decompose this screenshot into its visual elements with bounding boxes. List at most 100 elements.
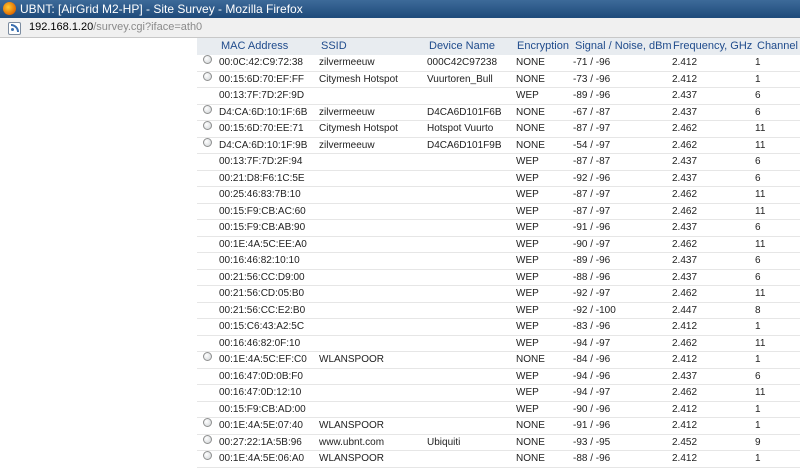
signal-noise-cell: -94 / -97 [573, 337, 611, 349]
encryption-cell: WEP [516, 288, 539, 299]
channel-cell: 9 [755, 436, 761, 448]
select-ap-radio[interactable] [203, 104, 212, 114]
signal-noise-cell: -84 / -96 [573, 354, 611, 365]
header-channel[interactable]: Channel [757, 38, 798, 55]
frequency-cell: 2.437 [672, 370, 698, 382]
frequency-cell: 2.462 [672, 288, 698, 299]
firefox-icon [3, 2, 16, 15]
signal-noise-cell: -89 / -96 [573, 255, 611, 266]
ssid-cell: zilvermeeuw [319, 106, 375, 118]
table-row: 00:21:56:CD:05:B0 WEP -92 / -97 2.462 11 [197, 286, 800, 303]
header-ssid[interactable]: SSID [321, 38, 347, 55]
signal-noise-cell: -88 / -96 [573, 453, 611, 464]
mac-cell: 00:21:56:CC:E2:B0 [219, 304, 306, 316]
channel-cell: 1 [755, 420, 761, 431]
mac-cell: 00:15:C6:43:A2:5C [219, 321, 305, 332]
frequency-cell: 2.462 [672, 238, 698, 250]
table-row: 00:1E:4A:5E:07:40 WLANSPOOR NONE -91 / -96 2… [197, 418, 800, 435]
url-path: /survey.cgi?iface=ath0 [93, 21, 203, 33]
signal-noise-cell: -71 / -96 [573, 57, 611, 68]
frequency-cell: 2.412 [672, 420, 698, 431]
mac-cell: 00:1E:4A:5E:07:40 [219, 420, 303, 431]
table-row: 00:15:6D:70:EF:FF Citymesh Hotspot Vuurtor… [197, 71, 800, 88]
url-host: 192.168.1.20 [29, 21, 94, 33]
select-ap-radio[interactable] [203, 418, 212, 427]
select-ap-radio[interactable] [203, 71, 212, 81]
frequency-cell: 2.412 [672, 321, 698, 332]
encryption-cell: WEP [516, 321, 539, 332]
header-frequency[interactable]: Frequency, GHz [673, 38, 752, 55]
channel-cell: 6 [755, 172, 761, 184]
signal-noise-cell: -87 / -87 [573, 156, 611, 167]
channel-cell: 6 [755, 156, 761, 167]
ssid-cell: zilvermeeuw [319, 57, 375, 68]
frequency-cell: 2.462 [672, 387, 698, 398]
encryption-cell: WEP [516, 403, 539, 415]
device-name-cell: 000C42C97238 [427, 57, 498, 68]
frequency-cell: 2.447 [672, 304, 698, 316]
select-ap-radio[interactable] [203, 55, 212, 64]
frequency-cell: 2.462 [672, 337, 698, 349]
device-name-cell: Vuurtoren_Bull [427, 73, 493, 85]
select-ap-radio[interactable] [203, 137, 212, 147]
channel-cell: 11 [755, 238, 766, 250]
frequency-cell: 2.412 [672, 453, 698, 464]
select-ap-radio[interactable] [203, 121, 212, 130]
mac-cell: 00:21:56:CC:D9:00 [219, 271, 305, 283]
device-name-cell: Ubiquiti [427, 436, 461, 448]
channel-cell: 1 [755, 354, 761, 365]
channel-cell: 11 [755, 337, 766, 349]
table-row: 00:16:47:0D:0B:F0 WEP -94 / -96 2.437 6 [197, 369, 800, 385]
mac-cell: 00:15:6D:70:EE:71 [219, 123, 304, 134]
device-name-cell: Hotspot Vuurto [427, 123, 494, 134]
select-ap-radio[interactable] [203, 352, 212, 361]
mac-cell: 00:15:F9:CB:AD:00 [219, 403, 306, 415]
table-header: MAC Address SSID Device Name Encryption … [197, 38, 800, 55]
signal-noise-cell: -87 / -97 [573, 205, 611, 217]
address-bar[interactable]: 192.168.1.20/survey.cgi?iface=ath0 [0, 18, 800, 38]
mac-cell: 00:15:6D:70:EF:FF [219, 73, 305, 85]
encryption-cell: WEP [516, 238, 539, 250]
channel-cell: 1 [755, 73, 761, 85]
ssid-cell: zilvermeeuw [319, 139, 375, 151]
select-ap-radio[interactable] [203, 434, 212, 444]
frequency-cell: 2.437 [672, 255, 698, 266]
device-name-cell: D4CA6D101F6B [427, 106, 502, 118]
header-mac[interactable]: MAC Address [221, 38, 288, 55]
encryption-cell: NONE [516, 420, 545, 431]
signal-noise-cell: -92 / -100 [573, 304, 616, 316]
signal-noise-cell: -94 / -96 [573, 370, 611, 382]
channel-cell: 11 [755, 139, 766, 151]
rss-feed-icon[interactable] [8, 22, 21, 35]
table-row: 00:13:7F:7D:2F:94 WEP -87 / -87 2.437 6 [197, 154, 800, 171]
channel-cell: 11 [755, 189, 766, 200]
table-row: 00:21:56:CC:D9:00 WEP -88 / -96 2.437 6 [197, 270, 800, 286]
table-row: 00:15:F9:CB:AD:00 WEP -90 / -96 2.412 1 [197, 402, 800, 418]
encryption-cell: WEP [516, 337, 539, 349]
signal-noise-cell: -87 / -97 [573, 189, 611, 200]
mac-cell: 00:16:46:82:10:10 [219, 255, 300, 266]
signal-noise-cell: -92 / -96 [573, 172, 611, 184]
site-survey-table: MAC Address SSID Device Name Encryption … [197, 38, 800, 468]
header-device[interactable]: Device Name [429, 38, 495, 55]
mac-cell: 00:13:7F:7D:2F:94 [219, 156, 303, 167]
encryption-cell: WEP [516, 222, 539, 233]
frequency-cell: 2.462 [672, 205, 698, 217]
header-encryption[interactable]: Encryption [517, 38, 569, 55]
mac-cell: D4:CA:6D:10:1F:9B [219, 139, 308, 151]
encryption-cell: WEP [516, 255, 539, 266]
mac-cell: 00:1E:4A:5E:06:A0 [219, 453, 305, 464]
header-signal[interactable]: Signal / Noise, dBm [575, 38, 672, 55]
signal-noise-cell: -88 / -96 [573, 271, 611, 283]
channel-cell: 11 [755, 205, 766, 217]
select-ap-radio[interactable] [203, 451, 212, 460]
frequency-cell: 2.412 [672, 57, 698, 68]
channel-cell: 1 [755, 453, 761, 464]
encryption-cell: WEP [516, 90, 539, 101]
table-body: 00:0C:42:C9:72:38 zilvermeeuw 000C42C97238… [197, 55, 800, 468]
url-text[interactable]: 192.168.1.20/survey.cgi?iface=ath0 [29, 20, 202, 35]
frequency-cell: 2.412 [672, 403, 698, 415]
encryption-cell: WEP [516, 172, 539, 184]
table-row: 00:1E:4A:5C:EF:C0 WLANSPOOR NONE -84 / -96 2… [197, 352, 800, 369]
mac-cell: 00:0C:42:C9:72:38 [219, 57, 303, 68]
